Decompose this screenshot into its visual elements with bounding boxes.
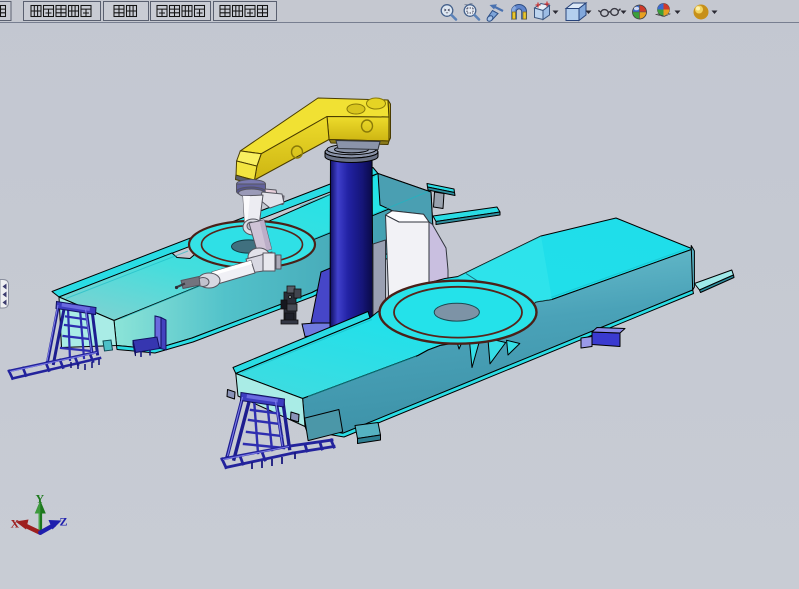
- svg-text:X: X: [11, 517, 20, 531]
- svg-text:Y: Y: [36, 492, 45, 506]
- svg-text:Z: Z: [60, 515, 68, 529]
